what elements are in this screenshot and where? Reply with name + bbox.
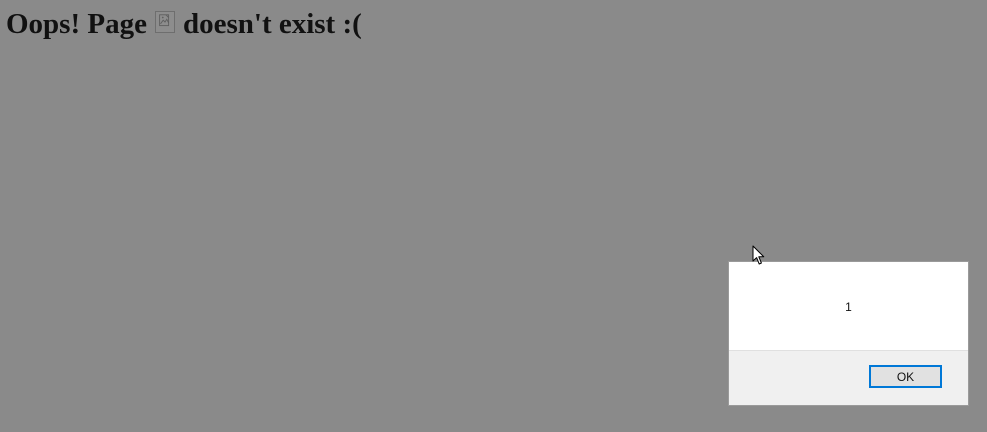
- alert-dialog-footer: OK: [729, 350, 968, 405]
- page-title-prefix: Oops! Page: [6, 8, 147, 40]
- alert-dialog: 1 OK: [728, 261, 969, 406]
- page-title-suffix: doesn't exist :(: [182, 8, 362, 40]
- alert-message: 1: [845, 299, 852, 314]
- page-title: Oops! Page doesn't exist :(: [6, 7, 362, 41]
- ok-button[interactable]: OK: [869, 365, 942, 388]
- alert-dialog-body: 1: [729, 262, 968, 351]
- broken-image-icon: [154, 11, 175, 33]
